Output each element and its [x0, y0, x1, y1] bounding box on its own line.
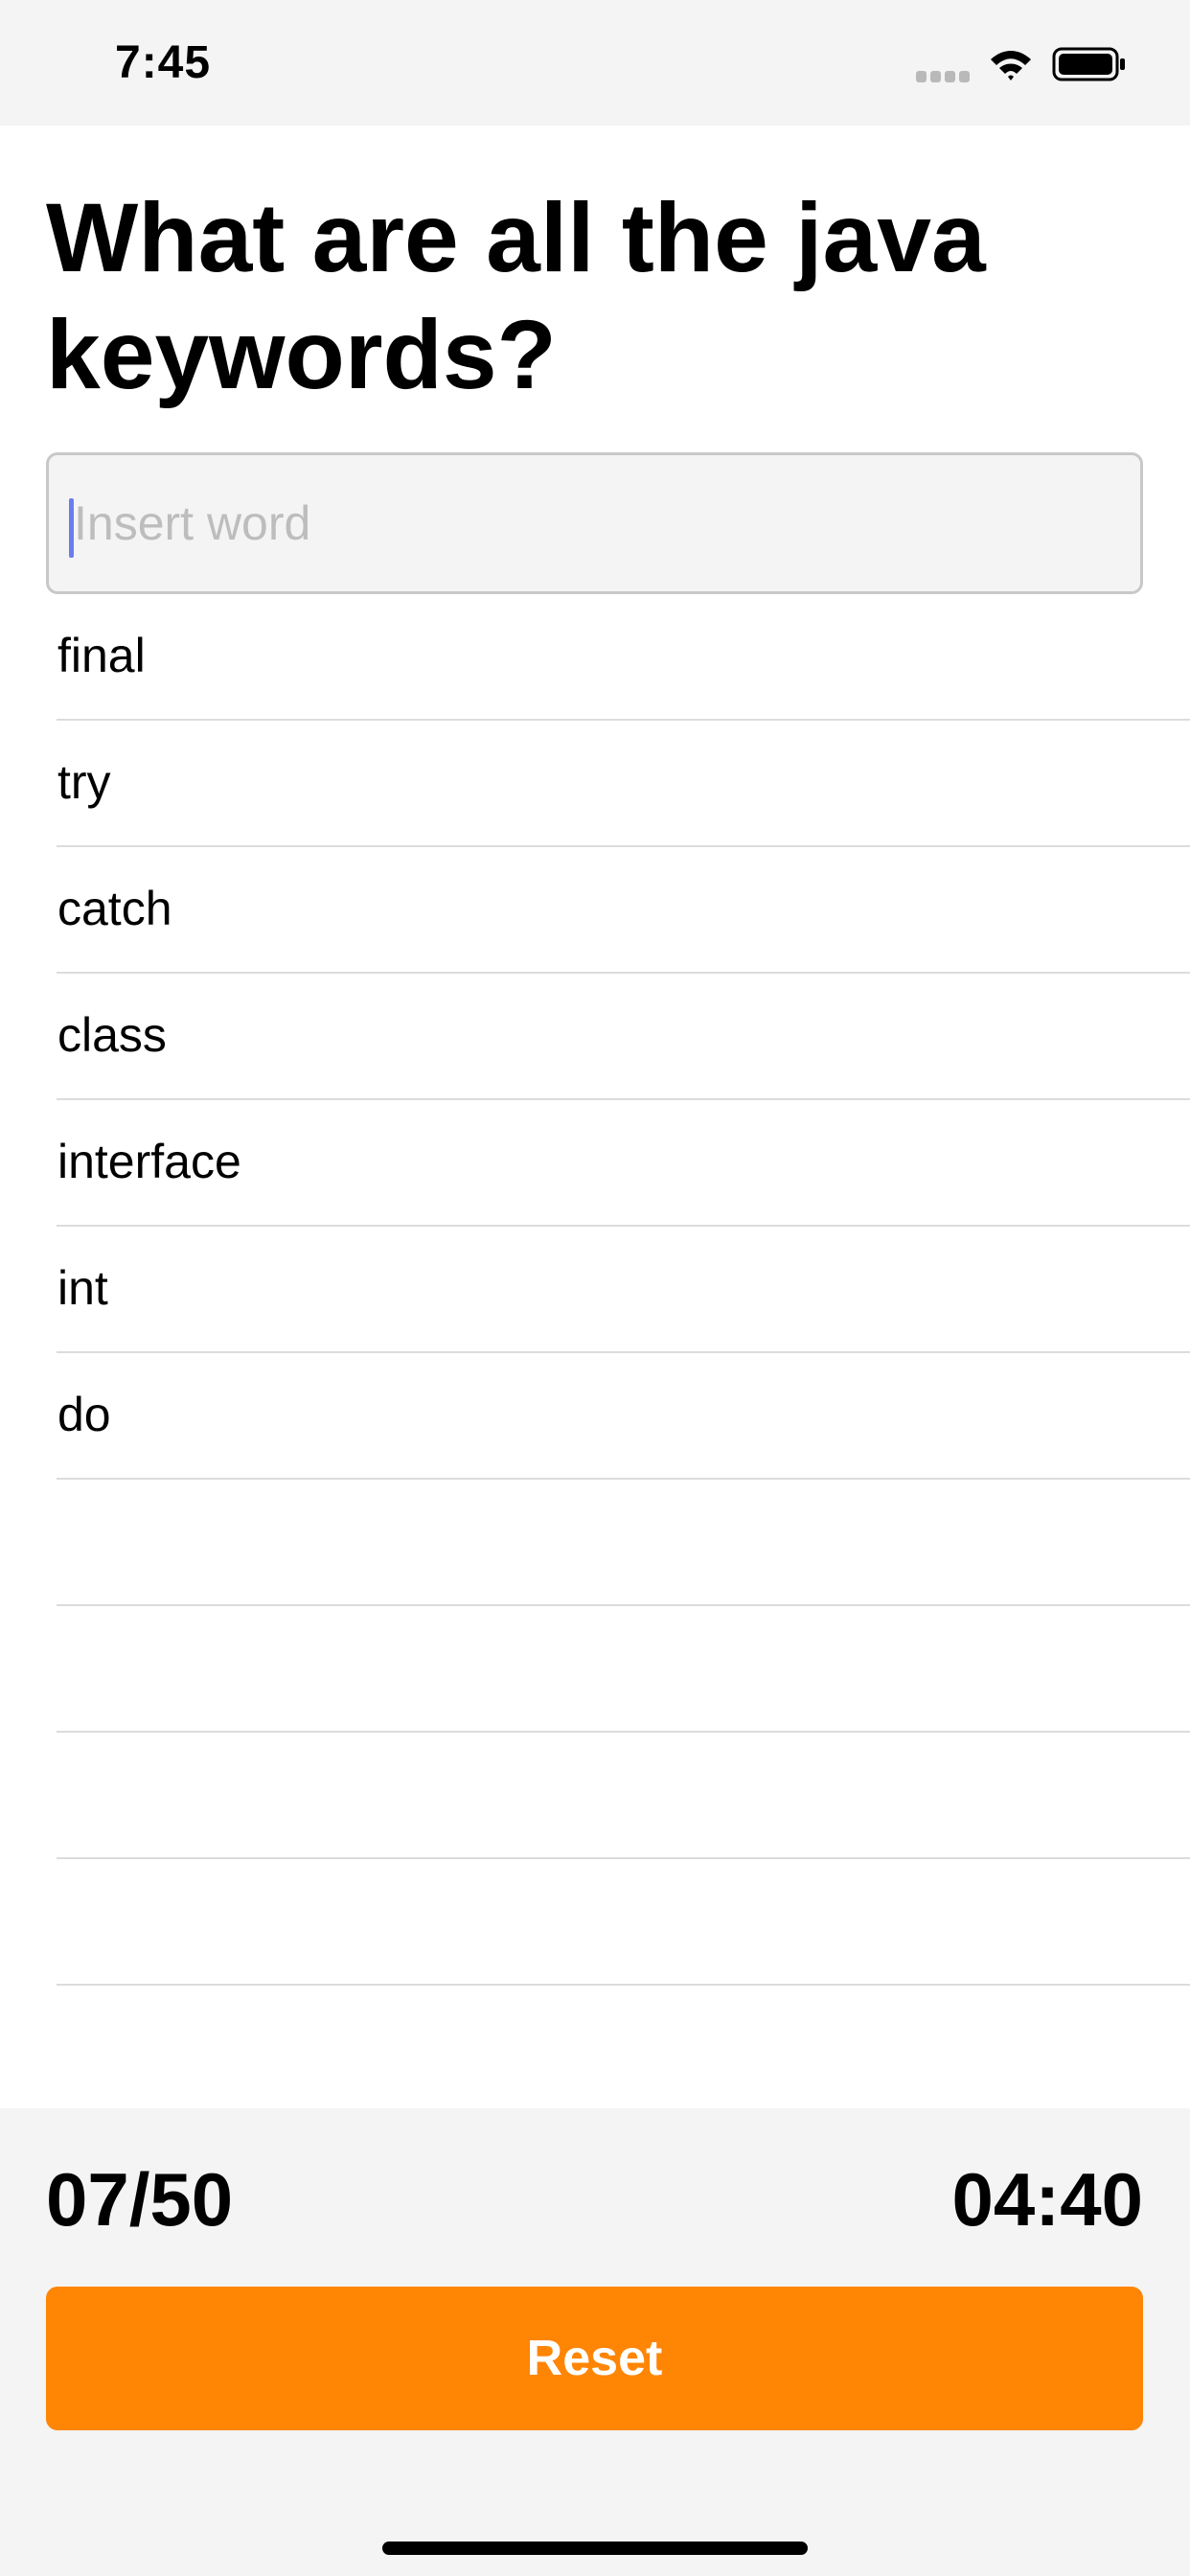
- empty-word-row: [0, 1859, 1190, 1986]
- status-bar: 7:45: [0, 0, 1190, 126]
- empty-word-row: [0, 1606, 1190, 1733]
- word-label: interface: [57, 1135, 241, 1188]
- word-row: interface: [0, 1100, 1190, 1227]
- word-label: int: [57, 1261, 108, 1315]
- word-label: try: [57, 755, 111, 809]
- word-label: final: [57, 629, 146, 682]
- battery-icon: [1052, 47, 1125, 81]
- wifi-icon: [991, 51, 1031, 80]
- word-row: try: [0, 721, 1190, 847]
- entered-words-list: final try catch class interface int do: [0, 594, 1190, 1986]
- reset-button[interactable]: Reset: [46, 2287, 1143, 2430]
- empty-word-row: [0, 1733, 1190, 1859]
- word-input[interactable]: [66, 455, 1128, 591]
- word-label: class: [57, 1008, 167, 1062]
- word-row: final: [0, 594, 1190, 721]
- countdown-timer: 04:40: [951, 2157, 1144, 2242]
- quiz-footer: 07/50 04:40 Reset: [0, 2108, 1190, 2576]
- word-row: int: [0, 1227, 1190, 1353]
- quiz-content: What are all the java keywords? final tr…: [0, 126, 1190, 2108]
- cellular-signal-icon: [916, 71, 972, 82]
- word-row: class: [0, 974, 1190, 1100]
- status-time: 7:45: [115, 37, 212, 88]
- home-indicator[interactable]: [382, 2542, 808, 2555]
- word-row: do: [0, 1353, 1190, 1480]
- empty-word-row: [0, 1480, 1190, 1606]
- word-label: do: [57, 1388, 111, 1441]
- word-row: catch: [0, 847, 1190, 974]
- score-counter: 07/50: [46, 2157, 234, 2242]
- question-title: What are all the java keywords?: [46, 183, 986, 409]
- word-input-box[interactable]: [46, 452, 1143, 594]
- word-label: catch: [57, 882, 172, 935]
